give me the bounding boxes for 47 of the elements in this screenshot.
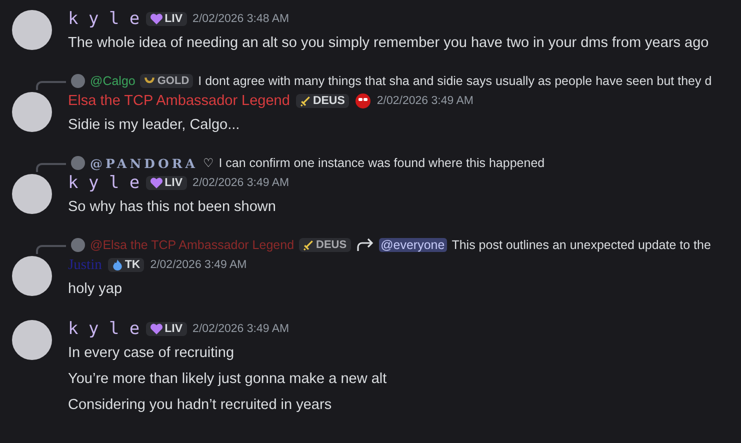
timestamp: 2/02/2026 3:49 AM <box>192 323 290 335</box>
message-text: The whole idea of needing an alt so you simply remember you have two in your dms from years ago <box>68 34 709 53</box>
message-text: Considering you hadn’t recruited in years <box>68 396 333 415</box>
role-badge: LIV <box>146 176 187 190</box>
reply-connector <box>36 245 66 254</box>
mention[interactable]: @everyone <box>378 238 447 252</box>
heart-icon <box>150 323 163 335</box>
timestamp: 2/02/2026 3:49 AM <box>150 259 247 271</box>
avatar[interactable] <box>12 320 52 360</box>
avatar[interactable] <box>12 256 52 296</box>
heart-icon <box>150 13 163 25</box>
role-badge: LIV <box>146 322 187 336</box>
timestamp: 2/02/2026 3:49 AM <box>376 95 474 107</box>
reply-author[interactable]: @Calgo <box>90 74 136 88</box>
author-name[interactable]: k y l e <box>68 173 140 193</box>
role-badge: DEUS <box>296 94 349 108</box>
reply-preview[interactable]: I can confirm one instance was found where this happened <box>218 156 545 170</box>
message-text: holy yap <box>68 280 124 299</box>
mini-avatar <box>71 74 85 88</box>
message-text: In every case of recruiting <box>68 344 236 363</box>
author-name[interactable]: k y l e <box>68 9 140 29</box>
author-name[interactable]: k y l e <box>68 319 140 339</box>
timestamp: 2/02/2026 3:48 AM <box>192 13 290 25</box>
role-badge: LIV <box>146 12 187 26</box>
heart-icon <box>150 177 163 189</box>
role-badge: GOLD <box>140 74 194 88</box>
reply-connector <box>36 81 66 90</box>
role-badge: TK <box>108 258 144 272</box>
message-text: You’re more than likely just gonna make a new alt <box>68 370 387 389</box>
sword-icon <box>300 96 311 106</box>
avatar[interactable] <box>12 174 52 214</box>
mini-avatar <box>71 238 85 252</box>
avatar[interactable] <box>12 92 52 132</box>
reply-connector <box>36 163 66 172</box>
avatar[interactable] <box>12 10 52 50</box>
reply-author[interactable]: @PANDORA <box>90 156 198 170</box>
timestamp: 2/02/2026 3:49 AM <box>192 177 290 189</box>
heart-symbol: ♡ <box>202 156 214 170</box>
author-name[interactable]: Elsa the TCP Ambassador Legend <box>68 93 290 109</box>
role-badge: DEUS <box>299 238 351 252</box>
message-text: Sidie is my leader, Calgo... <box>68 116 241 135</box>
reply-preview[interactable]: This post outlines an unexpected update to the <box>452 238 711 252</box>
reply-preview[interactable]: I dont agree with many things that sha and sidie says usually as people have seen but they d <box>198 74 712 88</box>
message-text: So why has this not been shown <box>68 198 277 217</box>
flame-icon <box>112 259 123 271</box>
mini-avatar <box>71 156 85 170</box>
sword-icon <box>303 240 314 250</box>
